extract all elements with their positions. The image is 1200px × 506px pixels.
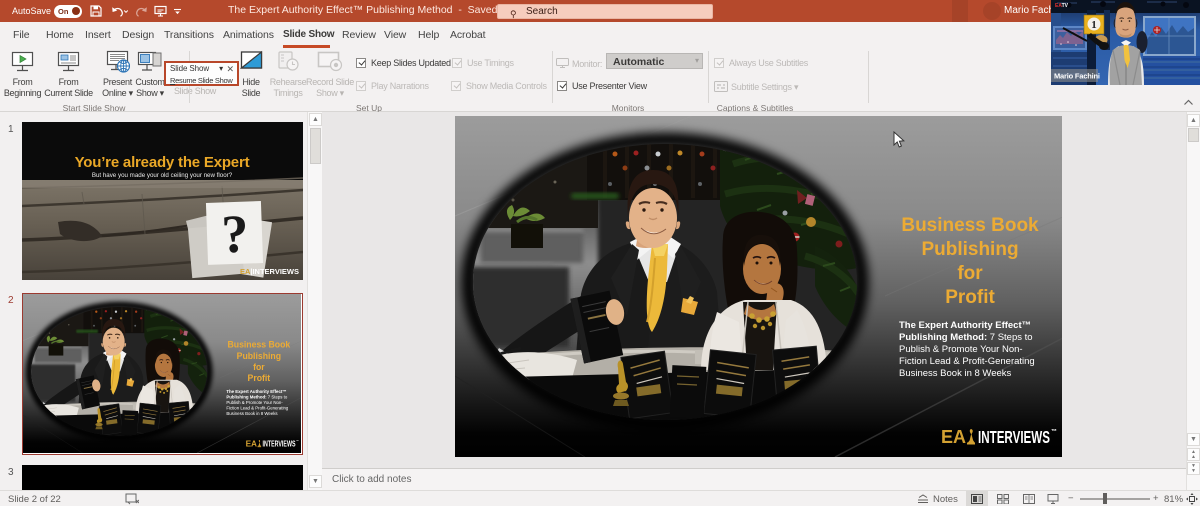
svg-text:EATV: EATV xyxy=(1055,3,1069,9)
svg-text:1: 1 xyxy=(1091,19,1097,31)
svg-text:Mario Fachini: Mario Fachini xyxy=(1054,72,1100,81)
